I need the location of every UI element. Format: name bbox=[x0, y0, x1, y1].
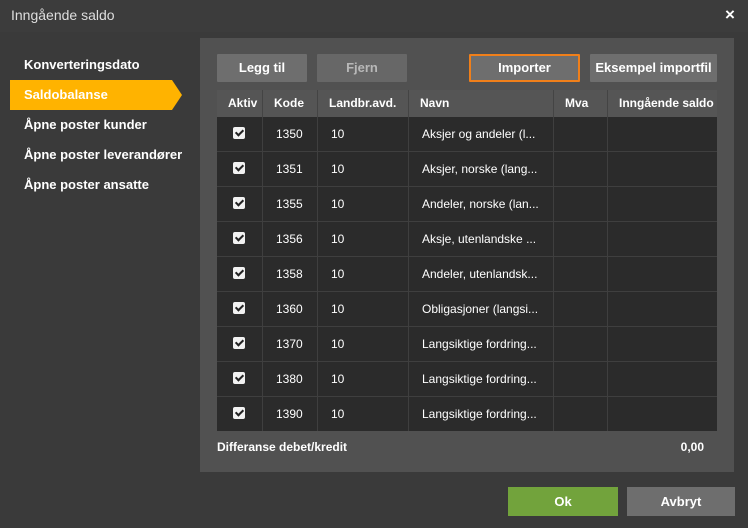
navn-cell[interactable]: Aksje, utenlandske ... bbox=[409, 222, 554, 257]
kode-cell[interactable]: 1370 bbox=[263, 327, 318, 362]
aktiv-checkbox-cell[interactable] bbox=[217, 152, 263, 187]
mva-cell[interactable] bbox=[554, 152, 608, 187]
saldo-cell[interactable] bbox=[608, 397, 717, 431]
saldo-cell[interactable] bbox=[608, 117, 717, 152]
aktiv-checkbox[interactable] bbox=[233, 197, 245, 209]
mva-cell[interactable] bbox=[554, 292, 608, 327]
column-header-navn[interactable]: Navn bbox=[409, 90, 554, 117]
saldo-cell[interactable] bbox=[608, 187, 717, 222]
navn-cell[interactable]: Aksjer og andeler (l... bbox=[409, 117, 554, 152]
column-header-aktiv[interactable]: Aktiv bbox=[217, 90, 263, 117]
aktiv-checkbox[interactable] bbox=[233, 127, 245, 139]
landbr-cell[interactable]: 10 bbox=[318, 362, 409, 397]
dialog-title: Inngående saldo bbox=[11, 7, 115, 23]
column-header-kode[interactable]: Kode bbox=[263, 90, 318, 117]
navn-cell[interactable]: Obligasjoner (langsi... bbox=[409, 292, 554, 327]
navn-cell[interactable]: Aksjer, norske (lang... bbox=[409, 152, 554, 187]
sidebar-item-apne-poster-ansatte[interactable]: Åpne poster ansatte bbox=[0, 170, 190, 200]
kode-cell[interactable]: 1355 bbox=[263, 187, 318, 222]
column-header-inngaende-saldo[interactable]: Inngående saldo bbox=[608, 90, 717, 117]
aktiv-checkbox-cell[interactable] bbox=[217, 257, 263, 292]
navn-cell[interactable]: Langsiktige fordring... bbox=[409, 397, 554, 431]
column-header-landbr-avd[interactable]: Landbr.avd. bbox=[318, 90, 409, 117]
mva-cell[interactable] bbox=[554, 362, 608, 397]
aktiv-checkbox-cell[interactable] bbox=[217, 327, 263, 362]
kode-cell[interactable]: 1360 bbox=[263, 292, 318, 327]
table-row[interactable]: 1350 10 Aksjer og andeler (l... bbox=[217, 117, 717, 152]
difference-label: Differanse debet/kredit bbox=[217, 440, 348, 454]
aktiv-checkbox[interactable] bbox=[233, 302, 245, 314]
table-row[interactable]: 1370 10 Langsiktige fordring... bbox=[217, 327, 717, 362]
kode-cell[interactable]: 1351 bbox=[263, 152, 318, 187]
sidebar-item-apne-poster-kunder[interactable]: Åpne poster kunder bbox=[0, 110, 190, 140]
mva-cell[interactable] bbox=[554, 187, 608, 222]
navn-cell[interactable]: Langsiktige fordring... bbox=[409, 362, 554, 397]
landbr-cell[interactable]: 10 bbox=[318, 152, 409, 187]
aktiv-checkbox-cell[interactable] bbox=[217, 222, 263, 257]
landbr-cell[interactable]: 10 bbox=[318, 117, 409, 152]
table-row[interactable]: 1351 10 Aksjer, norske (lang... bbox=[217, 152, 717, 187]
aktiv-checkbox[interactable] bbox=[233, 372, 245, 384]
close-icon[interactable]: × bbox=[720, 4, 740, 26]
landbr-cell[interactable]: 10 bbox=[318, 292, 409, 327]
saldo-cell[interactable] bbox=[608, 327, 717, 362]
cancel-button[interactable]: Avbryt bbox=[627, 487, 735, 516]
kode-cell[interactable]: 1350 bbox=[263, 117, 318, 152]
table-row[interactable]: 1380 10 Langsiktige fordring... bbox=[217, 362, 717, 397]
table-row[interactable]: 1355 10 Andeler, norske (lan... bbox=[217, 187, 717, 222]
sidebar-item-saldobalanse[interactable]: Saldobalanse bbox=[10, 80, 182, 110]
landbr-cell[interactable]: 10 bbox=[318, 397, 409, 431]
sidebar-item-konverteringsdato[interactable]: Konverteringsdato bbox=[0, 50, 190, 80]
kode-cell[interactable]: 1390 bbox=[263, 397, 318, 431]
saldo-cell[interactable] bbox=[608, 152, 717, 187]
aktiv-checkbox[interactable] bbox=[233, 407, 245, 419]
aktiv-checkbox-cell[interactable] bbox=[217, 362, 263, 397]
landbr-cell[interactable]: 10 bbox=[318, 187, 409, 222]
kode-cell[interactable]: 1358 bbox=[263, 257, 318, 292]
aktiv-checkbox[interactable] bbox=[233, 162, 245, 174]
add-button[interactable]: Legg til bbox=[217, 54, 307, 82]
landbr-cell[interactable]: 10 bbox=[318, 222, 409, 257]
kode-cell[interactable]: 1380 bbox=[263, 362, 318, 397]
aktiv-checkbox[interactable] bbox=[233, 337, 245, 349]
aktiv-checkbox-cell[interactable] bbox=[217, 117, 263, 152]
saldo-cell[interactable] bbox=[608, 292, 717, 327]
mva-cell[interactable] bbox=[554, 397, 608, 431]
saldo-cell[interactable] bbox=[608, 222, 717, 257]
column-header-mva[interactable]: Mva bbox=[554, 90, 608, 117]
aktiv-checkbox-cell[interactable] bbox=[217, 292, 263, 327]
table-row[interactable]: 1356 10 Aksje, utenlandske ... bbox=[217, 222, 717, 257]
navn-cell[interactable]: Andeler, utenlandsk... bbox=[409, 257, 554, 292]
mva-cell[interactable] bbox=[554, 222, 608, 257]
sidebar: Konverteringsdato Saldobalanse Åpne post… bbox=[0, 50, 190, 200]
table-row[interactable]: 1358 10 Andeler, utenlandsk... bbox=[217, 257, 717, 292]
ok-button[interactable]: Ok bbox=[508, 487, 618, 516]
navn-cell[interactable]: Andeler, norske (lan... bbox=[409, 187, 554, 222]
mva-cell[interactable] bbox=[554, 257, 608, 292]
aktiv-checkbox-cell[interactable] bbox=[217, 187, 263, 222]
grid-header: Aktiv Kode Landbr.avd. Navn Mva Inngåend… bbox=[217, 90, 717, 117]
saldo-cell[interactable] bbox=[608, 257, 717, 292]
grid-rows: 1350 10 Aksjer og andeler (l... 1351 10 Aksje… bbox=[217, 117, 717, 431]
aktiv-checkbox[interactable] bbox=[233, 232, 245, 244]
mva-cell[interactable] bbox=[554, 117, 608, 152]
sidebar-item-apne-poster-leverandorer[interactable]: Åpne poster leverandører bbox=[0, 140, 190, 170]
table-row[interactable]: 1390 10 Langsiktige fordring... bbox=[217, 397, 717, 431]
landbr-cell[interactable]: 10 bbox=[318, 327, 409, 362]
table-row[interactable]: 1360 10 Obligasjoner (langsi... bbox=[217, 292, 717, 327]
kode-cell[interactable]: 1356 bbox=[263, 222, 318, 257]
difference-value: 0,00 bbox=[680, 440, 704, 454]
mva-cell[interactable] bbox=[554, 327, 608, 362]
landbr-cell[interactable]: 10 bbox=[318, 257, 409, 292]
aktiv-checkbox-cell[interactable] bbox=[217, 397, 263, 431]
saldo-cell[interactable] bbox=[608, 362, 717, 397]
aktiv-checkbox[interactable] bbox=[233, 267, 245, 279]
import-button[interactable]: Importer bbox=[469, 54, 580, 82]
example-import-file-button[interactable]: Eksempel importfil bbox=[590, 54, 717, 82]
remove-button[interactable]: Fjern bbox=[317, 54, 407, 82]
dialog-titlebar: Inngående saldo × bbox=[0, 0, 748, 32]
balance-grid: Aktiv Kode Landbr.avd. Navn Mva Inngåend… bbox=[217, 90, 717, 431]
navn-cell[interactable]: Langsiktige fordring... bbox=[409, 327, 554, 362]
